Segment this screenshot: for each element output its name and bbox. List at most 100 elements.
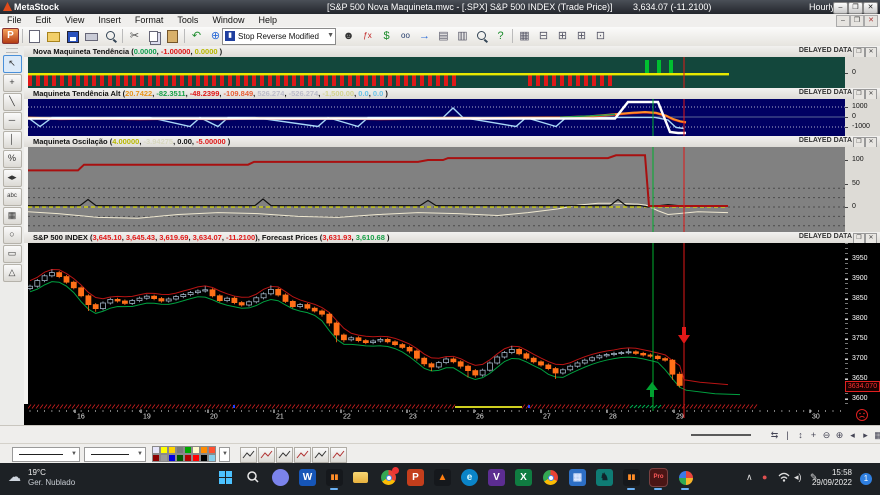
pro-app-icon[interactable]: Pro (650, 469, 667, 486)
menu-format[interactable]: Format (128, 14, 171, 26)
menu-help[interactable]: Help (251, 14, 284, 26)
window-tile-h-icon[interactable]: ⊟ (535, 28, 552, 44)
powerpoint-app-icon[interactable]: P (407, 469, 424, 486)
color-swatch[interactable] (200, 454, 208, 462)
crosshair-tool[interactable]: + (3, 74, 22, 92)
new-chart-icon[interactable] (26, 28, 43, 44)
maximize-button[interactable]: ❐ (848, 2, 863, 14)
toolbar-grip[interactable] (6, 48, 18, 53)
visualstudio-app-icon[interactable]: V (488, 469, 505, 486)
price-scale-p4[interactable]: 395039003850380037503700365036003634.070 (845, 243, 880, 425)
color-swatch[interactable] (208, 454, 216, 462)
color-swatch[interactable] (192, 454, 200, 462)
downloader-icon[interactable]: → (416, 28, 433, 44)
color-swatch[interactable] (208, 446, 216, 454)
vertical-line-tool[interactable]: │ (3, 131, 22, 149)
chat-app-icon[interactable] (272, 469, 289, 486)
status-red-icon[interactable]: ● (762, 472, 767, 482)
word-app-icon[interactable]: W (299, 469, 316, 486)
cut-icon[interactable]: ✂ (126, 28, 143, 44)
page-zoom-icon[interactable] (473, 28, 490, 44)
color-swatch[interactable] (168, 446, 176, 454)
metastock2-app-icon[interactable]: ▮▮ (623, 469, 640, 486)
wifi-icon[interactable] (778, 472, 790, 482)
pointer-tool[interactable]: ↖ (3, 55, 22, 73)
trend-style-button[interactable] (312, 447, 329, 463)
system-tester-icon[interactable]: $ (378, 28, 395, 44)
calculator-app-icon[interactable]: ▦ (569, 469, 586, 486)
chart-smiley-icon[interactable] (848, 408, 876, 422)
color-swatch[interactable] (176, 454, 184, 462)
horizontal-line-tool[interactable]: ─ (3, 112, 22, 130)
explorer-app-icon[interactable] (353, 469, 370, 486)
menu-file[interactable]: File (0, 14, 29, 26)
trend-style-button[interactable] (294, 447, 311, 463)
color-swatch[interactable] (160, 454, 168, 462)
scroll-thumb[interactable] (691, 434, 751, 436)
line-weight-dropdown[interactable]: ▼ (84, 447, 146, 462)
expert-dropdown[interactable]: ▮ Stop Reverse Modified ▼ (222, 28, 336, 45)
text-tool[interactable]: abc (3, 188, 22, 206)
copy-icon[interactable] (145, 28, 162, 44)
scroll-right-icon[interactable]: ▸ (859, 429, 872, 441)
notification-badge[interactable]: 1 (860, 473, 872, 485)
edge-app-icon[interactable]: e (461, 469, 478, 486)
color-swatch[interactable] (184, 454, 192, 462)
undo-icon[interactable]: ↶ (188, 28, 205, 44)
close-button[interactable]: ✕ (863, 2, 878, 14)
color-swatch[interactable] (192, 446, 200, 454)
paste-icon[interactable] (164, 28, 181, 44)
triangle-tool[interactable]: △ (3, 264, 22, 282)
color-swatch[interactable] (200, 446, 208, 454)
chevron-up-icon[interactable]: ∧ (746, 472, 753, 483)
explorer-icon[interactable]: oo (397, 28, 414, 44)
scroll-left-icon[interactable]: ◂ (846, 429, 859, 441)
mdi-minimize-button[interactable]: – (836, 15, 850, 27)
weather-condition[interactable]: Ger. Nublado (28, 478, 75, 487)
menu-tools[interactable]: Tools (170, 14, 205, 26)
panel-plot-p3[interactable] (28, 147, 845, 232)
weather-icon[interactable]: ☁ (8, 469, 21, 485)
trend-style-button[interactable] (240, 447, 257, 463)
menu-window[interactable]: Window (205, 14, 251, 26)
photos-app-icon[interactable] (677, 469, 694, 486)
trendline-tool[interactable]: ╲ (3, 93, 22, 111)
expert-advisor-icon[interactable]: ☻ (340, 28, 357, 44)
color-swatch[interactable] (152, 454, 160, 462)
save-icon[interactable] (64, 28, 81, 44)
indicator-builder-icon[interactable]: ƒx (359, 28, 376, 44)
chess-app-icon[interactable]: ♞ (596, 469, 613, 486)
fit-vertical-icon[interactable]: ↕ (794, 429, 807, 441)
price-scale-p2[interactable]: 10000-1000 (845, 99, 880, 136)
layouts-icon[interactable]: ▥ (454, 28, 471, 44)
window-tile-v-icon[interactable]: ⊞ (554, 28, 571, 44)
window-cascade-icon[interactable]: ▦ (516, 28, 533, 44)
excel-app-icon[interactable]: X (515, 469, 532, 486)
mdi-restore-button[interactable]: ❐ (850, 15, 864, 27)
price-scale-p3[interactable]: 100500 (845, 147, 880, 232)
vlc-app-icon[interactable]: ▲ (434, 469, 451, 486)
window-grid-icon[interactable]: ⊞ (573, 28, 590, 44)
arrows-tool[interactable]: ◂▸ (3, 169, 22, 187)
trend-style-button[interactable] (258, 447, 275, 463)
volume-icon[interactable]: ◂) (794, 472, 802, 483)
sync-icon[interactable]: ⇆ (768, 429, 781, 441)
panel-plot-p2[interactable] (28, 99, 845, 136)
browser2-app-icon[interactable] (542, 469, 559, 486)
layout-icon[interactable]: ▦ (872, 429, 880, 441)
menu-view[interactable]: View (58, 14, 91, 26)
trend-style-button[interactable] (330, 447, 347, 463)
trend-style-button[interactable] (276, 447, 293, 463)
mdi-close-button[interactable]: ✕ (864, 15, 878, 27)
ellipse-tool[interactable]: ○ (3, 226, 22, 244)
print-icon[interactable] (83, 28, 100, 44)
window-active-icon[interactable]: ⊡ (592, 28, 609, 44)
color-swatch[interactable] (184, 446, 192, 454)
templates-icon[interactable]: ▤ (435, 28, 452, 44)
menu-insert[interactable]: Insert (91, 14, 128, 26)
clock[interactable]: 15:58 29/09/2022 (812, 468, 852, 488)
zoom-out-icon[interactable]: ⊖ (820, 429, 833, 441)
power-console-icon[interactable]: P (2, 28, 19, 44)
grid-tool[interactable]: ▦ (3, 207, 22, 225)
print-preview-icon[interactable] (102, 28, 119, 44)
